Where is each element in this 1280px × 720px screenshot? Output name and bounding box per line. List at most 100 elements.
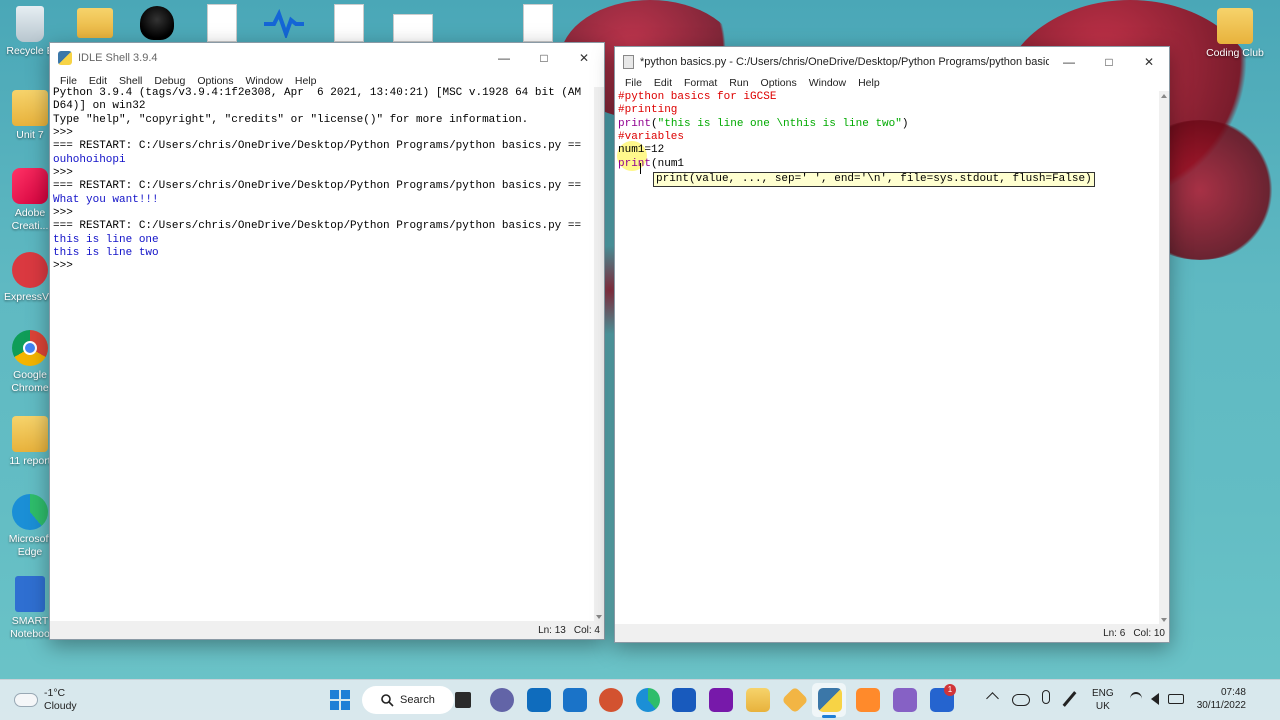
inkscape-icon[interactable]: [140, 6, 174, 40]
title-bar[interactable]: *python basics.py - C:/Users/chris/OneDr…: [615, 47, 1169, 77]
mail-icon[interactable]: [527, 688, 551, 712]
teams-chat-icon[interactable]: [490, 688, 514, 712]
shell-line: === RESTART: C:/Users/chris/OneDrive/Des…: [53, 220, 582, 233]
vertical-scrollbar[interactable]: [594, 87, 604, 621]
paint-icon[interactable]: [856, 688, 880, 712]
menu-options[interactable]: Options: [755, 77, 803, 89]
menu-debug[interactable]: Debug: [148, 75, 191, 87]
start-button[interactable]: [330, 690, 350, 710]
desktop-icon-coding-club[interactable]: Coding Club: [1204, 8, 1266, 60]
status-line: Ln: 13: [538, 624, 566, 636]
title-bar[interactable]: IDLE Shell 3.9.4 — □ ✕: [50, 43, 604, 73]
menu-shell[interactable]: Shell: [113, 75, 148, 87]
expressvpn-icon: [12, 252, 48, 288]
adobe-cc-icon: [12, 168, 48, 204]
scroll-down-arrow-icon[interactable]: [596, 615, 602, 619]
menu-run[interactable]: Run: [723, 77, 754, 89]
shell-line: === RESTART: C:/Users/chris/OneDrive/Des…: [53, 180, 582, 193]
search-icon: [381, 694, 394, 707]
folder-icon[interactable]: [77, 8, 113, 38]
onenote-icon[interactable]: [709, 688, 733, 712]
minimize-button[interactable]: —: [484, 43, 524, 73]
shell-line: >>>: [53, 167, 80, 180]
visual-studio-icon[interactable]: [893, 688, 917, 712]
code-line: #variables: [618, 131, 1159, 144]
document-icon[interactable]: [334, 4, 364, 42]
status-column: Col: 10: [1133, 627, 1165, 639]
word-document-icon[interactable]: [207, 4, 237, 42]
code-token: #printing: [618, 104, 678, 117]
volume-icon[interactable]: [1151, 693, 1159, 705]
notification-badge: 1: [944, 684, 956, 696]
search-box[interactable]: Search: [362, 686, 454, 714]
menu-options[interactable]: Options: [191, 75, 239, 87]
shell-line: D64)] on win32: [53, 100, 146, 113]
status-bar: Ln: 13 Col: 4: [50, 621, 604, 639]
menu-edit[interactable]: Edit: [648, 77, 678, 89]
code-line: #python basics for iGCSE: [618, 91, 1159, 104]
region-label: UK: [1095, 701, 1110, 712]
language-label: ENG: [1092, 688, 1114, 699]
smart-notebook-icon: [15, 576, 45, 612]
time: 07:48: [1220, 687, 1246, 698]
window-title: IDLE Shell 3.9.4: [78, 52, 158, 64]
cloud-icon: [14, 693, 38, 707]
edge-taskbar-icon[interactable]: [636, 688, 660, 712]
shell-line: >>>: [53, 260, 80, 273]
menu-window[interactable]: Window: [803, 77, 852, 89]
file-explorer-icon[interactable]: [746, 688, 770, 712]
menu-edit[interactable]: Edit: [83, 75, 113, 87]
chevron-up-icon[interactable]: [986, 692, 999, 705]
word-icon[interactable]: [672, 688, 696, 712]
editor-window[interactable]: *python basics.py - C:/Users/chris/OneDr…: [614, 46, 1170, 643]
folder-icon: [12, 416, 48, 452]
pen-icon[interactable]: [1062, 691, 1077, 707]
code-token: #python basics for iGCSE: [618, 91, 777, 103]
word-document-icon[interactable]: [523, 4, 553, 42]
shell-text-area[interactable]: Python 3.9.4 (tags/v3.9.4:1f2e308, Apr 6…: [50, 87, 594, 621]
idle-shell-window[interactable]: IDLE Shell 3.9.4 — □ ✕ File Edit Shell D…: [49, 42, 605, 640]
minimize-button[interactable]: —: [1049, 47, 1089, 77]
menu-help[interactable]: Help: [289, 75, 323, 87]
app-hex-icon[interactable]: [781, 686, 809, 714]
onedrive-icon[interactable]: [1012, 694, 1030, 706]
clock[interactable]: 07:48 30/11/2022: [1190, 686, 1246, 712]
menu-file[interactable]: File: [54, 75, 83, 87]
shell-line: >>>: [53, 207, 80, 220]
vertical-scrollbar[interactable]: [1159, 91, 1169, 624]
microphone-icon[interactable]: [1042, 690, 1050, 704]
editor-text-area[interactable]: #python basics for iGCSE #printing print("…: [615, 91, 1159, 624]
taskbar: -1°C Cloudy Search 1 ENG UK 07:48 30/11/…: [0, 679, 1280, 720]
maximize-button[interactable]: □: [1089, 47, 1129, 77]
calltip-tooltip: print(value, ..., sep=' ', end='\n', fil…: [653, 172, 1095, 187]
task-view-icon[interactable]: [455, 692, 471, 708]
scroll-down-arrow-icon[interactable]: [1161, 618, 1167, 622]
powerpoint-icon[interactable]: [599, 688, 623, 712]
word-document-icon[interactable]: [393, 14, 433, 42]
python-idle-icon[interactable]: [818, 688, 842, 712]
start-icon: [330, 690, 339, 699]
close-button[interactable]: ✕: [1129, 47, 1169, 77]
battery-icon[interactable]: [1168, 694, 1184, 704]
code-token: num1=12: [618, 144, 665, 157]
code-token: "this is line one \nthis is line two": [657, 117, 902, 130]
store-icon[interactable]: [563, 688, 587, 712]
menu-window[interactable]: Window: [240, 75, 289, 87]
shell-line: What you want!!!: [53, 193, 159, 206]
maximize-button[interactable]: □: [524, 43, 564, 73]
health-app-icon[interactable]: [264, 8, 304, 40]
scroll-up-arrow-icon[interactable]: [1161, 94, 1167, 98]
python-icon: [58, 51, 72, 65]
mouse-cursor-icon: [640, 163, 641, 174]
weather-widget[interactable]: -1°C Cloudy: [14, 685, 77, 715]
desktop-icon-label: Google Chrome: [11, 369, 49, 394]
menu-help[interactable]: Help: [852, 77, 886, 89]
wifi-icon[interactable]: [1130, 692, 1142, 706]
chrome-icon: [12, 330, 48, 366]
close-button[interactable]: ✕: [564, 43, 604, 73]
search-label: Search: [400, 694, 435, 706]
language-indicator[interactable]: ENG UK: [1092, 687, 1114, 713]
code-line: num1=12: [618, 144, 1159, 157]
menu-format[interactable]: Format: [678, 77, 723, 89]
menu-file[interactable]: File: [619, 77, 648, 89]
